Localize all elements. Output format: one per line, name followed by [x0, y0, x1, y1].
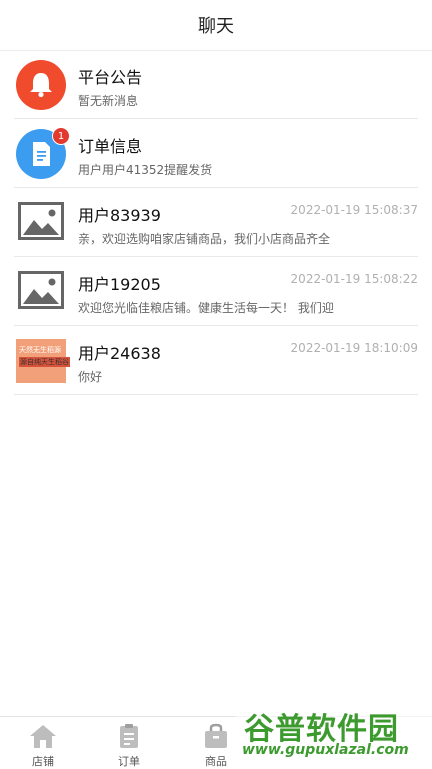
conversation-preview: 暂无新消息 [78, 94, 139, 108]
conversation-name: 平台公告 [78, 68, 143, 87]
conversation-name: 订单信息 [78, 137, 143, 156]
shop-avatar-text: 源自纯天生稻谷 [19, 357, 70, 367]
conversation-item-user[interactable]: 用户83939 2022-01-19 15:08:37 亲，欢迎选购咱家店铺商品… [14, 188, 418, 257]
conversation-item-orders[interactable]: 1 订单信息 用户用户41352提醒发货 [14, 119, 418, 188]
conversation-item-announcement[interactable]: 平台公告 暂无新消息 [14, 50, 418, 119]
conversation-time: 2022-01-19 15:08:37 [290, 203, 418, 217]
conversation-list: 平台公告 暂无新消息 1 订单信息 用户用户41352提醒发货 用户83939 … [0, 50, 432, 395]
bag-icon [205, 723, 227, 748]
shop-avatar-text: 天然无生稻源 [19, 346, 61, 354]
page-title: 聊天 [198, 16, 234, 37]
watermark-url: www.gupuxlazal.com [242, 742, 409, 758]
conversation-name: 用户83939 [78, 206, 161, 225]
tab-orders[interactable]: 订单 [99, 721, 159, 768]
image-placeholder-icon [18, 202, 64, 240]
conversation-preview: 亲，欢迎选购咱家店铺商品，我们小店商品齐全 [78, 232, 331, 246]
tab-label: 店铺 [32, 755, 54, 768]
home-icon [30, 725, 56, 748]
conversation-preview: 欢迎您光临佳粮店铺。健康生活每一天！ 我们迎 [78, 301, 334, 315]
watermark-logo: 谷普软件园 www.gupuxlazal.com [236, 700, 432, 768]
conversation-time: 2022-01-19 18:10:09 [290, 341, 418, 355]
image-placeholder-icon [18, 271, 64, 309]
clipboard-icon [120, 724, 138, 748]
conversation-item-user[interactable]: 天然无生稻源 源自纯天生稻谷 用户24638 2022-01-19 18:10:… [14, 326, 418, 395]
conversation-time: 2022-01-19 15:08:22 [290, 272, 418, 286]
conversation-preview: 你好 [78, 370, 103, 384]
unread-badge: 1 [52, 127, 70, 145]
conversation-name: 用户19205 [78, 275, 161, 294]
conversation-item-user[interactable]: 用户19205 2022-01-19 15:08:22 欢迎您光临佳粮店铺。健康… [14, 257, 418, 326]
conversation-name: 用户24638 [78, 344, 161, 363]
tab-label: 订单 [118, 755, 140, 768]
top-bar: 聊天 [0, 0, 432, 51]
bell-icon [30, 73, 52, 98]
shop-avatar-image: 天然无生稻源 源自纯天生稻谷 [16, 339, 70, 383]
conversation-preview: 用户用户41352提醒发货 [78, 163, 213, 177]
tab-shop[interactable]: 店铺 [13, 721, 73, 768]
bell-avatar [16, 60, 66, 110]
